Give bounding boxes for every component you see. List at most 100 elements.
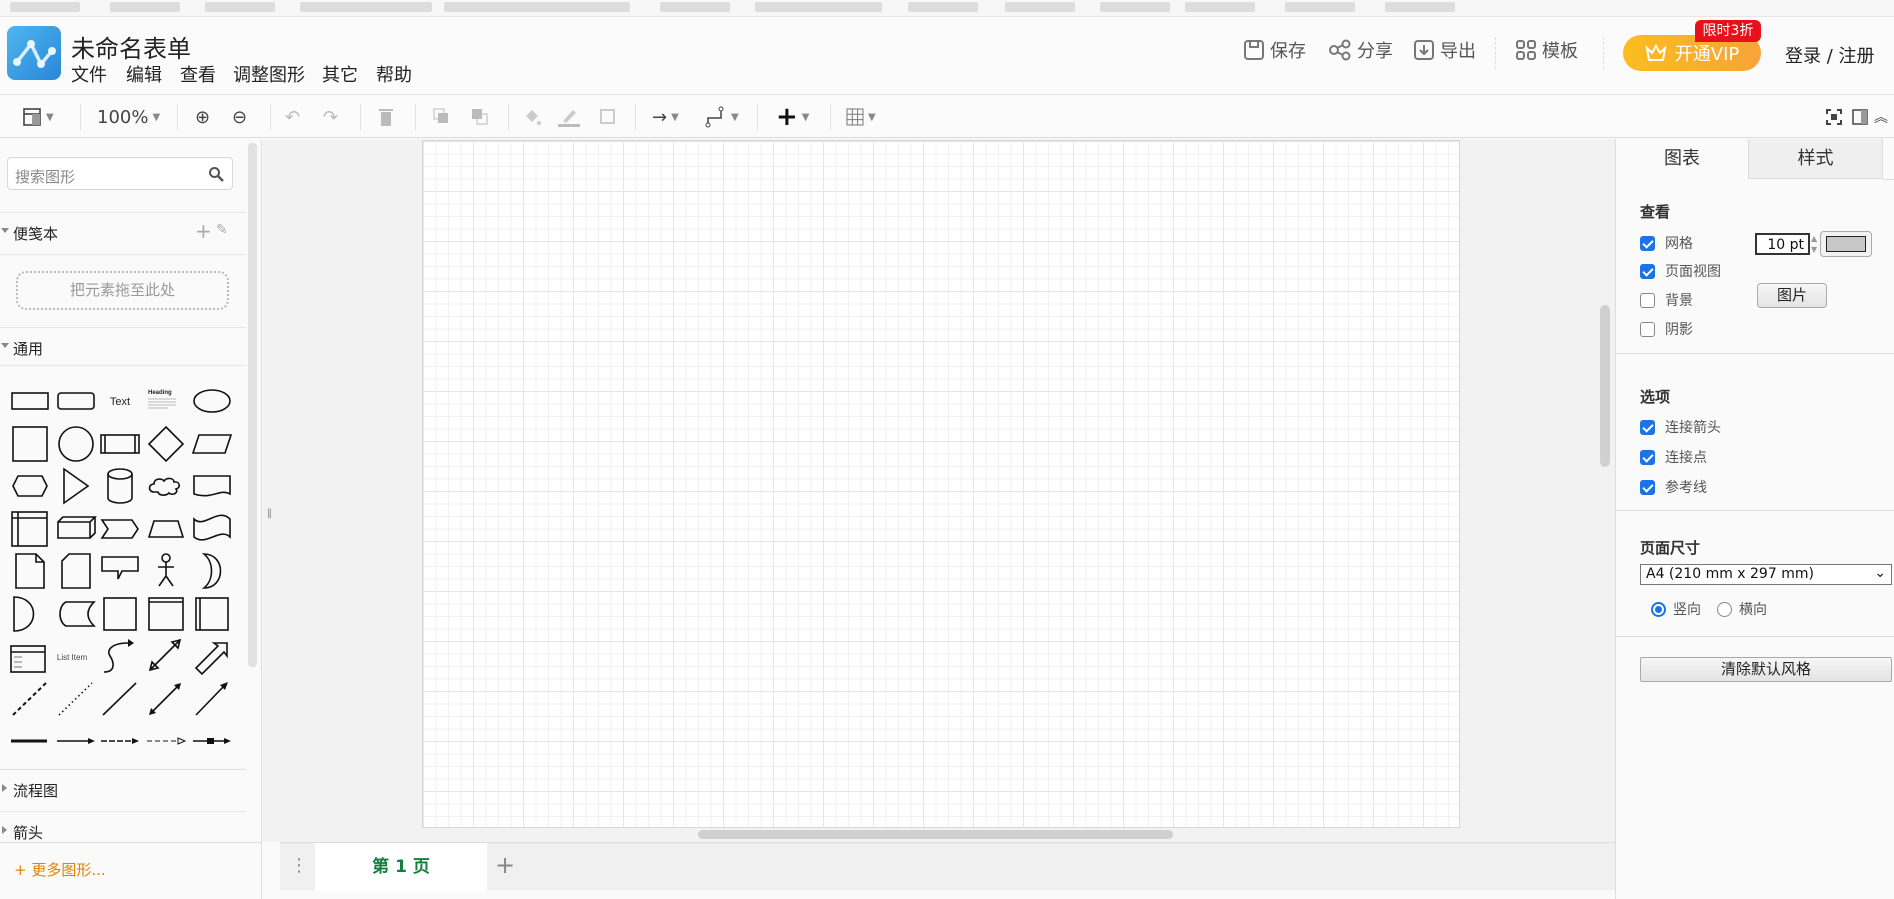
menu-arrange[interactable]: 调整图形 (233, 61, 305, 87)
shape-list-item[interactable]: List Item (54, 636, 98, 676)
portrait-radio[interactable]: 竖向 (1651, 599, 1701, 619)
scratchpad-section-header[interactable]: 便笺本 + ✎ (0, 212, 246, 250)
edit-pencil-icon[interactable]: ✎ (216, 222, 228, 238)
layout-panel-button[interactable]: ▼ (22, 105, 54, 129)
horizontal-scrollbar[interactable] (698, 830, 1173, 839)
shape-card[interactable] (54, 551, 98, 591)
page-size-select[interactable]: A4 (210 mm x 297 mm) ⌄ (1640, 564, 1892, 585)
table-button[interactable]: ▼ (846, 105, 876, 129)
to-front-button[interactable] (432, 105, 452, 129)
shape-curved-arrow[interactable] (98, 636, 142, 676)
background-image-button[interactable]: 图片 (1757, 283, 1827, 308)
to-back-button[interactable] (470, 105, 490, 129)
bookmark-item[interactable] (362, 2, 432, 12)
canvas-area[interactable] (263, 139, 1615, 842)
shape-rectangle[interactable] (8, 381, 52, 421)
shape-heading-textbox[interactable]: Heading (144, 381, 188, 421)
shape-frame[interactable] (144, 594, 188, 634)
export-button[interactable]: 导出 (1413, 37, 1476, 63)
bookmark-item[interactable] (444, 2, 514, 12)
shape-thick-link[interactable] (8, 721, 52, 761)
shape-dashed-arrow-link-2[interactable] (144, 721, 188, 761)
bookmark-item[interactable] (300, 2, 370, 12)
shape-cube[interactable] (54, 509, 98, 549)
shape-cylinder[interactable] (98, 466, 142, 506)
shape-or[interactable] (190, 551, 234, 591)
bookmark-item[interactable] (10, 2, 80, 12)
more-shapes-button[interactable]: + 更多图形... (0, 842, 262, 899)
shape-document[interactable] (190, 466, 234, 506)
shape-process[interactable] (98, 424, 142, 464)
bookmark-item[interactable] (1285, 2, 1355, 12)
vertical-scrollbar[interactable] (1600, 305, 1610, 467)
fill-color-button[interactable] (522, 105, 542, 129)
shape-bidirectional-arrow[interactable] (144, 636, 188, 676)
connection-style-button[interactable]: → ▼ (652, 105, 679, 129)
share-button[interactable]: 分享 (1328, 37, 1393, 63)
menu-view[interactable]: 查看 (180, 61, 216, 87)
menu-help[interactable]: 帮助 (376, 61, 412, 87)
menu-extras[interactable]: 其它 (322, 61, 358, 87)
fullscreen-button[interactable] (1826, 105, 1842, 129)
grid-color-button[interactable] (1820, 231, 1872, 257)
bookmark-item[interactable] (110, 2, 180, 12)
shape-bidirectional-connector[interactable] (144, 679, 188, 719)
menu-edit[interactable]: 编辑 (126, 61, 162, 87)
bookmark-item[interactable] (908, 2, 978, 12)
bookmark-item[interactable] (812, 2, 882, 12)
shape-step[interactable] (98, 509, 142, 549)
zoom-in-button[interactable]: ⊕ (195, 105, 210, 129)
bookmark-item[interactable] (1385, 2, 1455, 12)
undo-button[interactable]: ↶ (285, 105, 300, 129)
format-panel-toggle[interactable] (1852, 105, 1868, 129)
flowchart-section-header[interactable]: 流程图 (0, 769, 246, 807)
shape-internal-storage[interactable] (8, 509, 52, 549)
search-icon[interactable] (208, 166, 224, 182)
clear-default-style-button[interactable]: 清除默认风格 (1640, 657, 1892, 682)
shape-and[interactable] (8, 594, 52, 634)
shape-list[interactable] (8, 636, 52, 676)
shape-line[interactable] (98, 679, 142, 719)
bookmark-item[interactable] (660, 2, 730, 12)
bookmark-item[interactable] (560, 2, 630, 12)
shape-diamond[interactable] (144, 424, 188, 464)
shape-directional-connector[interactable] (190, 679, 234, 719)
general-section-header[interactable]: 通用 (0, 327, 246, 365)
insert-button[interactable]: + ▼ (776, 102, 810, 132)
tab-style[interactable]: 样式 (1748, 139, 1883, 179)
tab-diagram[interactable]: 图表 (1616, 139, 1748, 179)
shape-square[interactable] (8, 424, 52, 464)
bookmark-item[interactable] (1005, 2, 1075, 12)
redo-button[interactable]: ↷ (323, 105, 338, 129)
waypoint-button[interactable]: ▼ (705, 105, 739, 129)
shape-trapezoid[interactable] (144, 509, 188, 549)
shadow-button[interactable] (598, 105, 618, 129)
shadow-checkbox[interactable]: 阴影 (1640, 319, 1693, 339)
templates-button[interactable]: 模板 (1515, 37, 1578, 63)
scratchpad-drop-zone[interactable]: 把元素拖至此处 (16, 271, 229, 310)
zoom-out-button[interactable]: ⊖ (232, 105, 247, 129)
shape-callout[interactable] (98, 551, 142, 591)
grid-size-input[interactable]: 10 pt (1755, 233, 1810, 255)
shape-swimlane[interactable] (190, 594, 234, 634)
shape-dashed-line[interactable] (8, 679, 52, 719)
shape-data-storage[interactable] (54, 594, 98, 634)
login-register-link[interactable]: 登录 / 注册 (1785, 42, 1875, 68)
delete-button[interactable] (378, 105, 394, 129)
shape-ellipse[interactable] (190, 381, 234, 421)
page-view-checkbox[interactable]: 页面视图 (1640, 261, 1721, 281)
shape-dashed-arrow-link[interactable] (98, 721, 142, 761)
landscape-radio[interactable]: 横向 (1717, 599, 1767, 619)
shape-tape[interactable] (190, 509, 234, 549)
save-button[interactable]: 保存 (1243, 37, 1306, 63)
diagram-page[interactable] (422, 140, 1460, 828)
shape-search-input[interactable]: 搜索图形 (7, 157, 233, 190)
add-page-icon[interactable]: + (495, 851, 515, 879)
grid-checkbox[interactable]: 网格 (1640, 233, 1693, 253)
page-menu-icon[interactable]: ⋮ (290, 855, 308, 876)
arrows-section-header[interactable]: 箭头 (0, 811, 246, 842)
collapse-button[interactable]: ︽ (1874, 105, 1888, 129)
bookmark-item[interactable] (1185, 2, 1255, 12)
shape-connector-with-label[interactable] (190, 721, 234, 761)
background-checkbox[interactable]: 背景 (1640, 290, 1693, 310)
